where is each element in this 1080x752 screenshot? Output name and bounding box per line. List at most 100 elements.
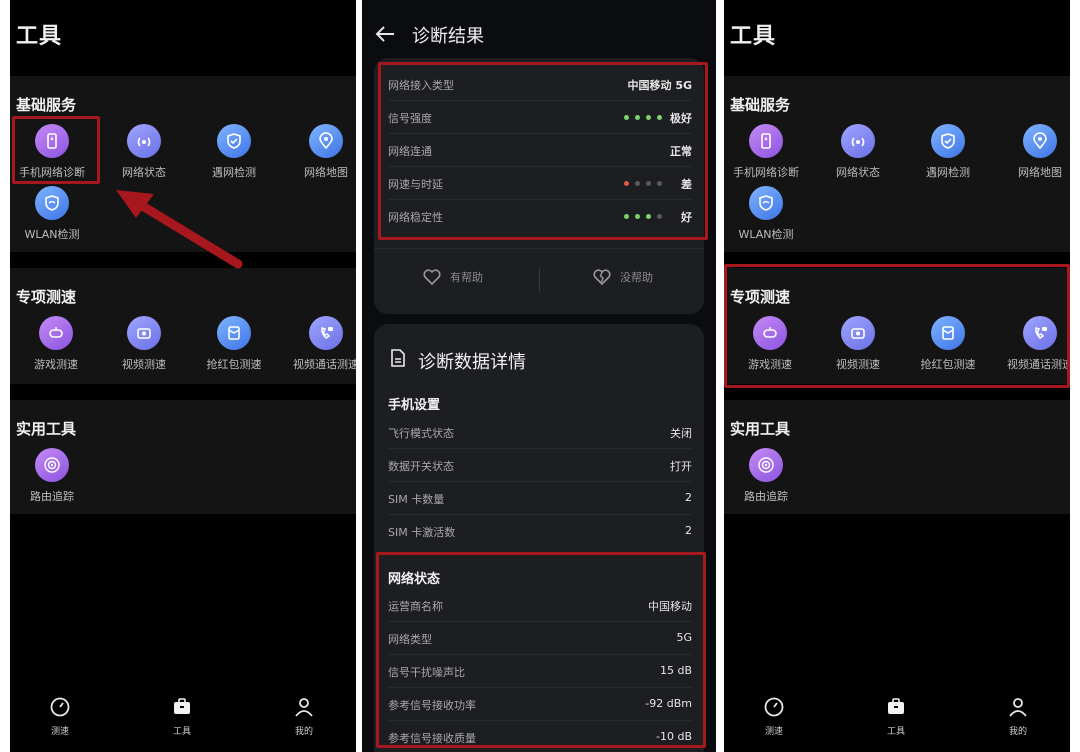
wifi-shield-icon: [749, 186, 783, 220]
tool-route-trace[interactable]: 路由追踪: [10, 448, 98, 504]
page-title: 工具: [730, 24, 777, 49]
details-title: 诊断数据详情: [418, 352, 526, 373]
phone-diagnose-icon: [749, 124, 783, 158]
back-arrow-icon[interactable]: [374, 24, 396, 44]
toolbox-icon: [174, 698, 190, 714]
tool-network-status[interactable]: 网络状态: [98, 124, 190, 180]
tool-red-envelope-speedtest[interactable]: 抢红包测速: [188, 316, 280, 372]
setting-row: 飞行模式状态 关闭: [388, 416, 692, 449]
status-dot: [646, 214, 651, 219]
page-title: 工具: [16, 24, 63, 49]
video-icon: [841, 316, 875, 350]
video-call-icon: [1023, 316, 1057, 350]
bottom-nav: 测速 工具 我的: [10, 696, 356, 740]
section-title: 实用工具: [16, 420, 77, 438]
status-dot: [646, 115, 651, 120]
tool-phone-network-diagnose[interactable]: 手机网络诊断: [10, 124, 98, 180]
status-dot: [657, 214, 662, 219]
route-trace-icon: [35, 448, 69, 482]
nav-mine[interactable]: 我的: [274, 696, 334, 737]
tool-route-trace[interactable]: 路由追踪: [724, 448, 812, 504]
tool-video-call-speedtest[interactable]: 视频通话测速: [994, 316, 1070, 372]
not-helpful-button[interactable]: 没帮助: [592, 268, 653, 286]
route-trace-icon: [749, 448, 783, 482]
section-basic-services: 基础服务 手机网络诊断 网络状态 遇网检测 网络地图 WLAN检测: [724, 76, 1070, 252]
tool-red-envelope-speedtest[interactable]: 抢红包测速: [902, 316, 994, 372]
person-icon: [295, 698, 313, 717]
section-special-speedtest: 专项测速 游戏测速 视频测速 抢红包测速 视频通话测速: [724, 268, 1070, 384]
diagnosis-result-screen: 诊断结果 网络接入类型 中国移动 5G 信号强度 极好 网络连通 正常 网速与时…: [362, 0, 716, 752]
tool-wlan-check[interactable]: WLAN检测: [724, 186, 812, 242]
tool-game-speedtest[interactable]: 游戏测速: [724, 316, 816, 372]
divider: [539, 268, 540, 292]
tool-network-map[interactable]: 网络地图: [280, 124, 356, 180]
setting-row: SIM 卡激活数 2: [388, 524, 692, 539]
tools-screen-left: 工具 基础服务 手机网络诊断 网络状态 遇网检测 网络地图 WLAN检测 专项测…: [10, 0, 356, 752]
wifi-shield-icon: [35, 186, 69, 220]
network-status-title: 网络状态: [388, 572, 441, 587]
section-title: 实用工具: [730, 420, 791, 438]
setting-row: SIM 卡数量 2: [388, 482, 692, 515]
status-dot: [624, 214, 629, 219]
speed-dots: [624, 181, 662, 186]
nav-tools[interactable]: 工具: [866, 696, 926, 737]
map-pin-icon: [309, 124, 343, 158]
tool-network-check[interactable]: 遇网检测: [188, 124, 280, 180]
status-dot: [635, 181, 640, 186]
status-dot: [624, 115, 629, 120]
red-envelope-icon: [217, 316, 251, 350]
broken-heart-icon: [593, 269, 611, 286]
tool-game-speedtest[interactable]: 游戏测速: [10, 316, 102, 372]
signal-status-icon: [127, 124, 161, 158]
helpful-button[interactable]: 有帮助: [422, 268, 483, 286]
result-row: 网络连通 正常: [388, 134, 692, 167]
divider: [374, 248, 704, 249]
stability-dots: [624, 214, 662, 219]
nav-speedtest[interactable]: 测速: [744, 696, 804, 737]
status-dot: [657, 181, 662, 186]
setting-row: 数据开关状态 打开: [388, 449, 692, 482]
tool-video-speedtest[interactable]: 视频测速: [812, 316, 904, 372]
tool-network-status[interactable]: 网络状态: [812, 124, 904, 180]
section-title: 专项测速: [16, 288, 77, 306]
tool-wlan-check[interactable]: WLAN检测: [10, 186, 98, 242]
network-row: 运营商名称 中国移动: [388, 589, 692, 622]
shield-check-icon: [217, 124, 251, 158]
nav-mine[interactable]: 我的: [988, 696, 1048, 737]
video-icon: [127, 316, 161, 350]
map-pin-icon: [1023, 124, 1057, 158]
network-row: 参考信号接收质量 -10 dB: [388, 730, 692, 745]
tools-screen-right: 工具 基础服务 手机网络诊断 网络状态 遇网检测 网络地图 WLAN检测 专项测…: [724, 0, 1070, 752]
network-row: 信号干扰噪声比 15 dB: [388, 655, 692, 688]
page-title: 诊断结果: [412, 26, 484, 47]
document-icon: [391, 349, 405, 367]
tool-video-speedtest[interactable]: 视频测速: [98, 316, 190, 372]
tool-video-call-speedtest[interactable]: 视频通话测速: [280, 316, 356, 372]
signal-dots: [624, 115, 662, 120]
tool-network-map[interactable]: 网络地图: [994, 124, 1070, 180]
status-dot: [624, 181, 629, 186]
section-special-speedtest: 专项测速 游戏测速 视频测速 抢红包测速 视频通话测速: [10, 268, 356, 384]
nav-tools[interactable]: 工具: [152, 696, 212, 737]
gamepad-icon: [39, 316, 73, 350]
arrow-annotation: [116, 190, 243, 269]
red-envelope-icon: [931, 316, 965, 350]
status-dot: [635, 115, 640, 120]
network-row: 参考信号接收功率 -92 dBm: [388, 688, 692, 721]
section-title: 专项测速: [730, 288, 791, 306]
nav-speedtest[interactable]: 测速: [30, 696, 90, 737]
speedometer-icon: [50, 697, 70, 717]
phone-settings-title: 手机设置: [388, 398, 441, 413]
section-practical-tools: 实用工具 路由追踪: [10, 400, 356, 514]
section-practical-tools: 实用工具 路由追踪: [724, 400, 1070, 514]
header: 诊断结果: [362, 0, 716, 66]
status-dot: [635, 214, 640, 219]
video-call-icon: [309, 316, 343, 350]
shield-check-icon: [931, 124, 965, 158]
tool-phone-network-diagnose[interactable]: 手机网络诊断: [724, 124, 812, 180]
result-row: 网络稳定性 好: [388, 211, 692, 224]
result-row: 网络接入类型 中国移动 5G: [388, 68, 692, 101]
phone-diagnose-icon: [35, 124, 69, 158]
tool-network-check[interactable]: 遇网检测: [902, 124, 994, 180]
speedometer-icon: [764, 697, 784, 717]
